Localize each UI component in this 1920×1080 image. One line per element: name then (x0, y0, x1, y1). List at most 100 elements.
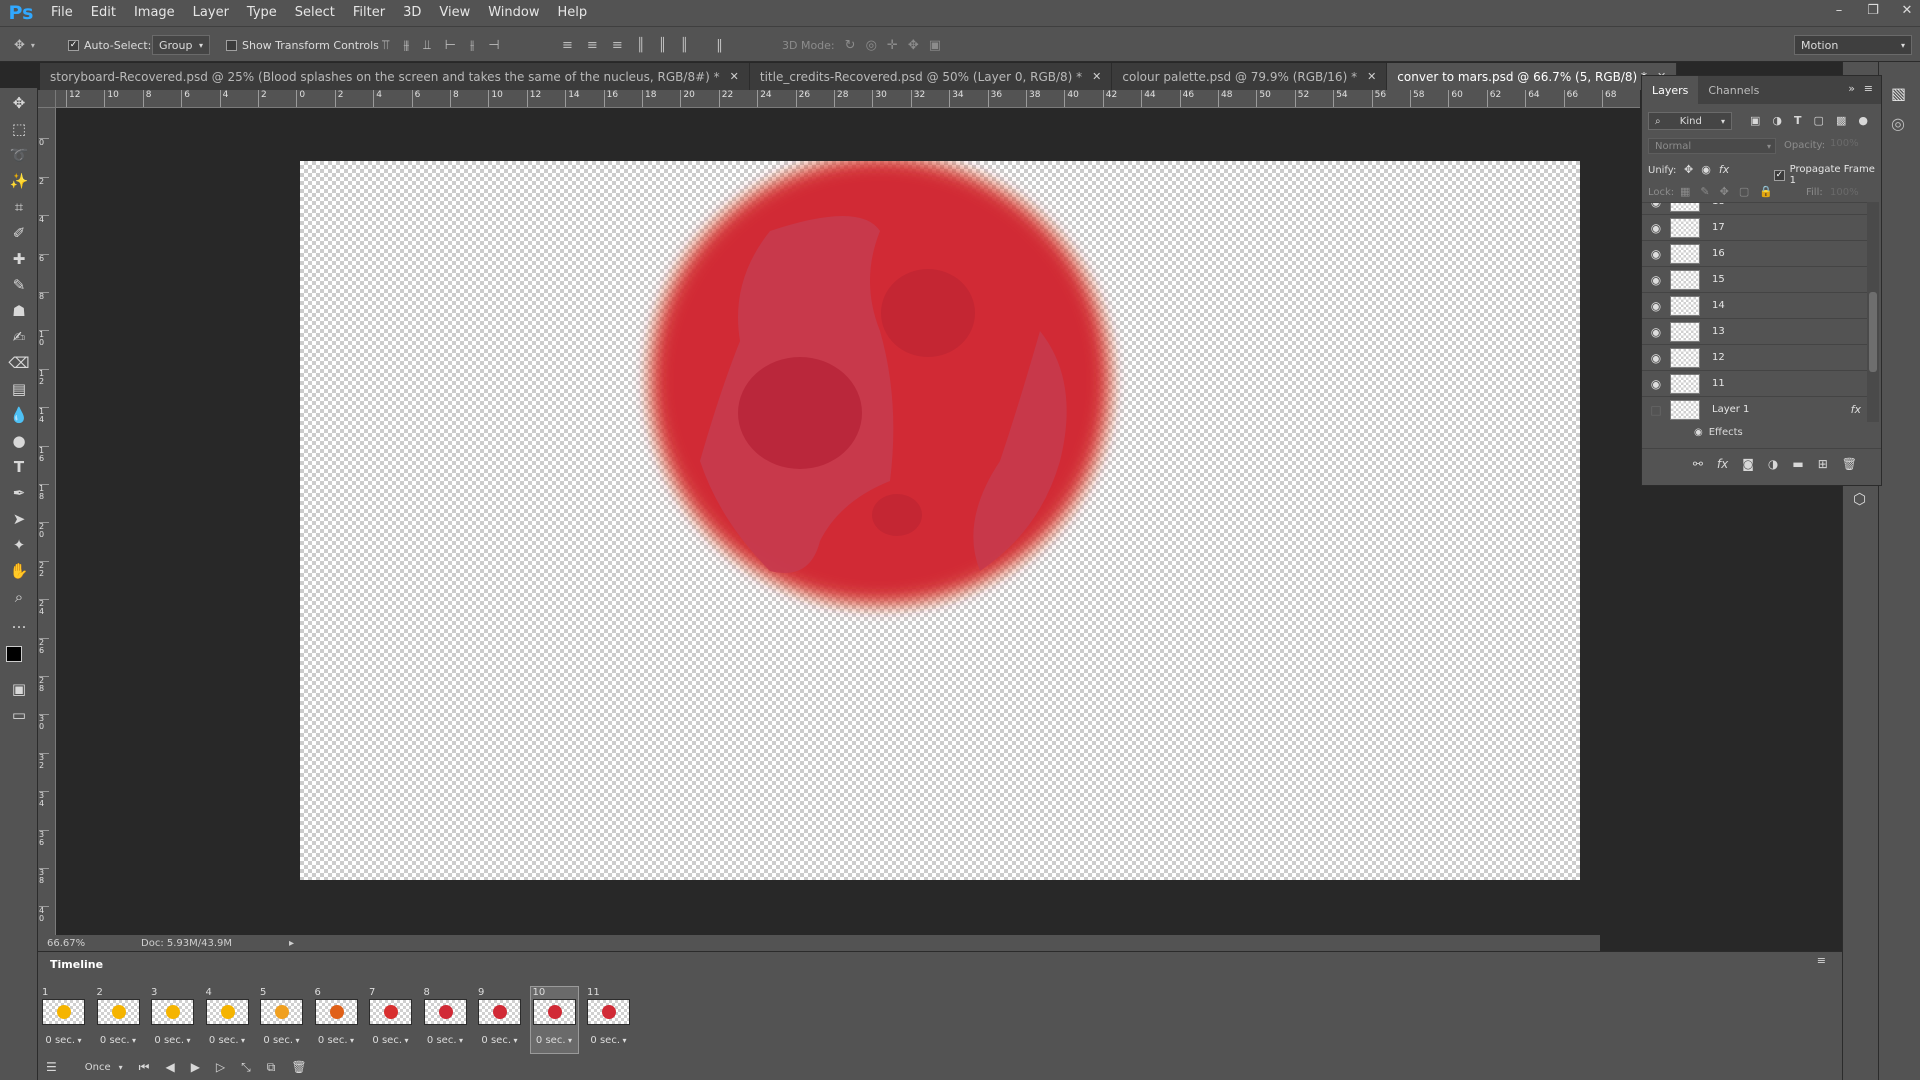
layer-row[interactable]: ◉ 16 (1642, 241, 1867, 267)
distribute-right-icon[interactable]: ║ (680, 38, 688, 53)
zoom-level[interactable]: 66.67% (47, 938, 117, 949)
eye-icon[interactable]: ◉ (1642, 247, 1670, 261)
menu-window[interactable]: Window (479, 0, 548, 26)
3d-rotate-icon[interactable]: ↻ (845, 38, 856, 53)
path-selection-tool-icon[interactable]: ➤ (8, 508, 30, 530)
lock-position-icon[interactable]: ✥ (1720, 185, 1729, 198)
menu-edit[interactable]: Edit (82, 0, 125, 26)
timeline-frame[interactable]: 1 0 sec. ▾ (40, 987, 87, 1053)
pen-tool-icon[interactable]: ✒ (8, 482, 30, 504)
frame-delay[interactable]: 0 sec. ▾ (478, 1035, 521, 1046)
previous-frame-icon[interactable]: ◀ (165, 1060, 174, 1074)
layer-row[interactable]: ◉ 18 (1642, 203, 1867, 215)
next-frame-icon[interactable]: ▷ (216, 1060, 225, 1074)
layer-name[interactable]: 12 (1712, 352, 1725, 363)
layer-name[interactable]: 15 (1712, 274, 1725, 285)
scrollbar-thumb[interactable] (1869, 292, 1877, 372)
effects-row[interactable]: ◉ Effects (1694, 427, 1743, 438)
eye-icon[interactable]: ◉ (1642, 203, 1670, 209)
collapse-panel-icon[interactable]: » (1848, 82, 1855, 95)
smart-object-filter-icon[interactable]: ▩ (1836, 114, 1846, 127)
lock-pixels-icon[interactable]: ✎ (1700, 185, 1709, 198)
eye-icon[interactable]: ◉ (1642, 221, 1670, 235)
show-transform-checkbox[interactable]: Show Transform Controls (226, 35, 379, 55)
align-bottom-icon[interactable]: ⫫ (423, 38, 430, 53)
distribute-left-icon[interactable]: ║ (637, 38, 645, 53)
3d-panel-icon[interactable]: ⬡ (1853, 490, 1866, 508)
distribute-top-icon[interactable]: ≡ (562, 38, 573, 53)
convert-timeline-icon[interactable]: ☰ (46, 1060, 57, 1074)
adjustment-layer-icon[interactable]: ◑ (1768, 457, 1778, 471)
layers-scrollbar[interactable] (1867, 202, 1879, 422)
blur-tool-icon[interactable]: 💧 (8, 404, 30, 426)
align-left-icon[interactable]: ⊢ (445, 38, 456, 53)
align-top-icon[interactable]: ⫪ (382, 38, 389, 53)
loop-dropdown[interactable]: Once (85, 1062, 111, 1073)
marquee-tool-icon[interactable]: ⬚ (8, 118, 30, 140)
pixel-filter-icon[interactable]: ▣ (1750, 114, 1760, 127)
3d-pan-icon[interactable]: ✛ (887, 38, 898, 53)
minimize-icon[interactable]: – (1832, 3, 1846, 18)
menu-3d[interactable]: 3D (394, 0, 430, 26)
auto-select-dropdown[interactable]: Group ▾ (152, 35, 210, 55)
restore-icon[interactable]: ❐ (1866, 3, 1880, 18)
timeline-frame[interactable]: 11 0 sec. ▾ (585, 987, 632, 1053)
first-frame-icon[interactable]: ⏮ (139, 1060, 150, 1075)
close-tab-icon[interactable]: ✕ (1092, 70, 1101, 83)
unify-style-icon[interactable]: fx (1719, 163, 1729, 176)
hidden-visibility-icon[interactable]: □ (1642, 403, 1670, 417)
frame-delay[interactable]: 0 sec. ▾ (587, 1035, 630, 1046)
layer-name[interactable]: 17 (1712, 222, 1725, 233)
filter-kind-dropdown[interactable]: ⌕ Kind ▾ (1648, 112, 1732, 130)
layers-panel-icon[interactable]: ▧ (1891, 84, 1906, 103)
eyedropper-tool-icon[interactable]: ✐ (8, 222, 30, 244)
magic-wand-tool-icon[interactable]: ✨ (8, 170, 30, 192)
menu-filter[interactable]: Filter (344, 0, 394, 26)
tween-icon[interactable]: ⤡ (241, 1060, 251, 1075)
eye-icon[interactable]: ◉ (1642, 273, 1670, 287)
document-tab[interactable]: storyboard-Recovered.psd @ 25% (Blood sp… (40, 63, 750, 90)
propagate-frame-checkbox[interactable]: ✓ Propagate Frame 1 (1774, 164, 1881, 186)
timeline-frame[interactable]: 3 0 sec. ▾ (149, 987, 196, 1053)
trash-icon[interactable]: 🗑 (291, 1060, 306, 1074)
close-icon[interactable]: ✕ (1900, 3, 1914, 18)
adjustment-filter-icon[interactable]: ◑ (1772, 114, 1782, 127)
workspace-dropdown[interactable]: Motion ▾ (1794, 35, 1912, 55)
play-icon[interactable]: ▶ (191, 1060, 200, 1074)
menu-help[interactable]: Help (549, 0, 597, 26)
auto-align-icon[interactable]: ‖ (716, 38, 723, 53)
delete-layer-icon[interactable]: 🗑 (1842, 457, 1857, 471)
unify-position-icon[interactable]: ✥ (1684, 163, 1693, 176)
frame-delay[interactable]: 0 sec. ▾ (424, 1035, 467, 1046)
document-tab[interactable]: title_credits-Recovered.psd @ 50% (Layer… (749, 63, 1113, 90)
shape-filter-icon[interactable]: ▢ (1814, 114, 1824, 127)
layer-name[interactable]: 18 (1712, 203, 1725, 207)
panel-menu-icon[interactable]: ≡ (1817, 954, 1826, 967)
ruler-origin[interactable] (38, 90, 56, 108)
frame-delay[interactable]: 0 sec. ▾ (97, 1035, 140, 1046)
menu-image[interactable]: Image (125, 0, 184, 26)
unify-visibility-icon[interactable]: ◉ (1701, 163, 1711, 176)
menu-layer[interactable]: Layer (184, 0, 238, 26)
duplicate-frame-icon[interactable]: ⧉ (267, 1060, 276, 1075)
timeline-frame[interactable]: 7 0 sec. ▾ (367, 987, 414, 1053)
chevron-right-icon[interactable]: ▸ (289, 938, 294, 949)
zoom-tool-icon[interactable]: ⌕ (8, 586, 30, 608)
healing-brush-tool-icon[interactable]: ✚ (8, 248, 30, 270)
eye-icon[interactable]: ◉ (1642, 351, 1670, 365)
align-vcenter-icon[interactable]: ⫵ (403, 38, 409, 53)
close-tab-icon[interactable]: ✕ (1367, 70, 1376, 83)
layer-name[interactable]: 11 (1712, 378, 1725, 389)
dodge-tool-icon[interactable]: ● (8, 430, 30, 452)
brush-tool-icon[interactable]: ✎ (8, 274, 30, 296)
opacity-field[interactable]: 100% (1830, 138, 1874, 154)
new-layer-icon[interactable]: ⊞ (1818, 457, 1828, 471)
layer-name[interactable]: 13 (1712, 326, 1725, 337)
fill-field[interactable]: 100% (1830, 187, 1859, 198)
tab-channels[interactable]: Channels (1698, 76, 1769, 104)
gradient-tool-icon[interactable]: ▤ (8, 378, 30, 400)
frame-delay[interactable]: 0 sec. ▾ (151, 1035, 194, 1046)
add-mask-icon[interactable]: ◙ (1742, 457, 1754, 471)
eraser-tool-icon[interactable]: ⌫ (8, 352, 30, 374)
menu-view[interactable]: View (430, 0, 479, 26)
